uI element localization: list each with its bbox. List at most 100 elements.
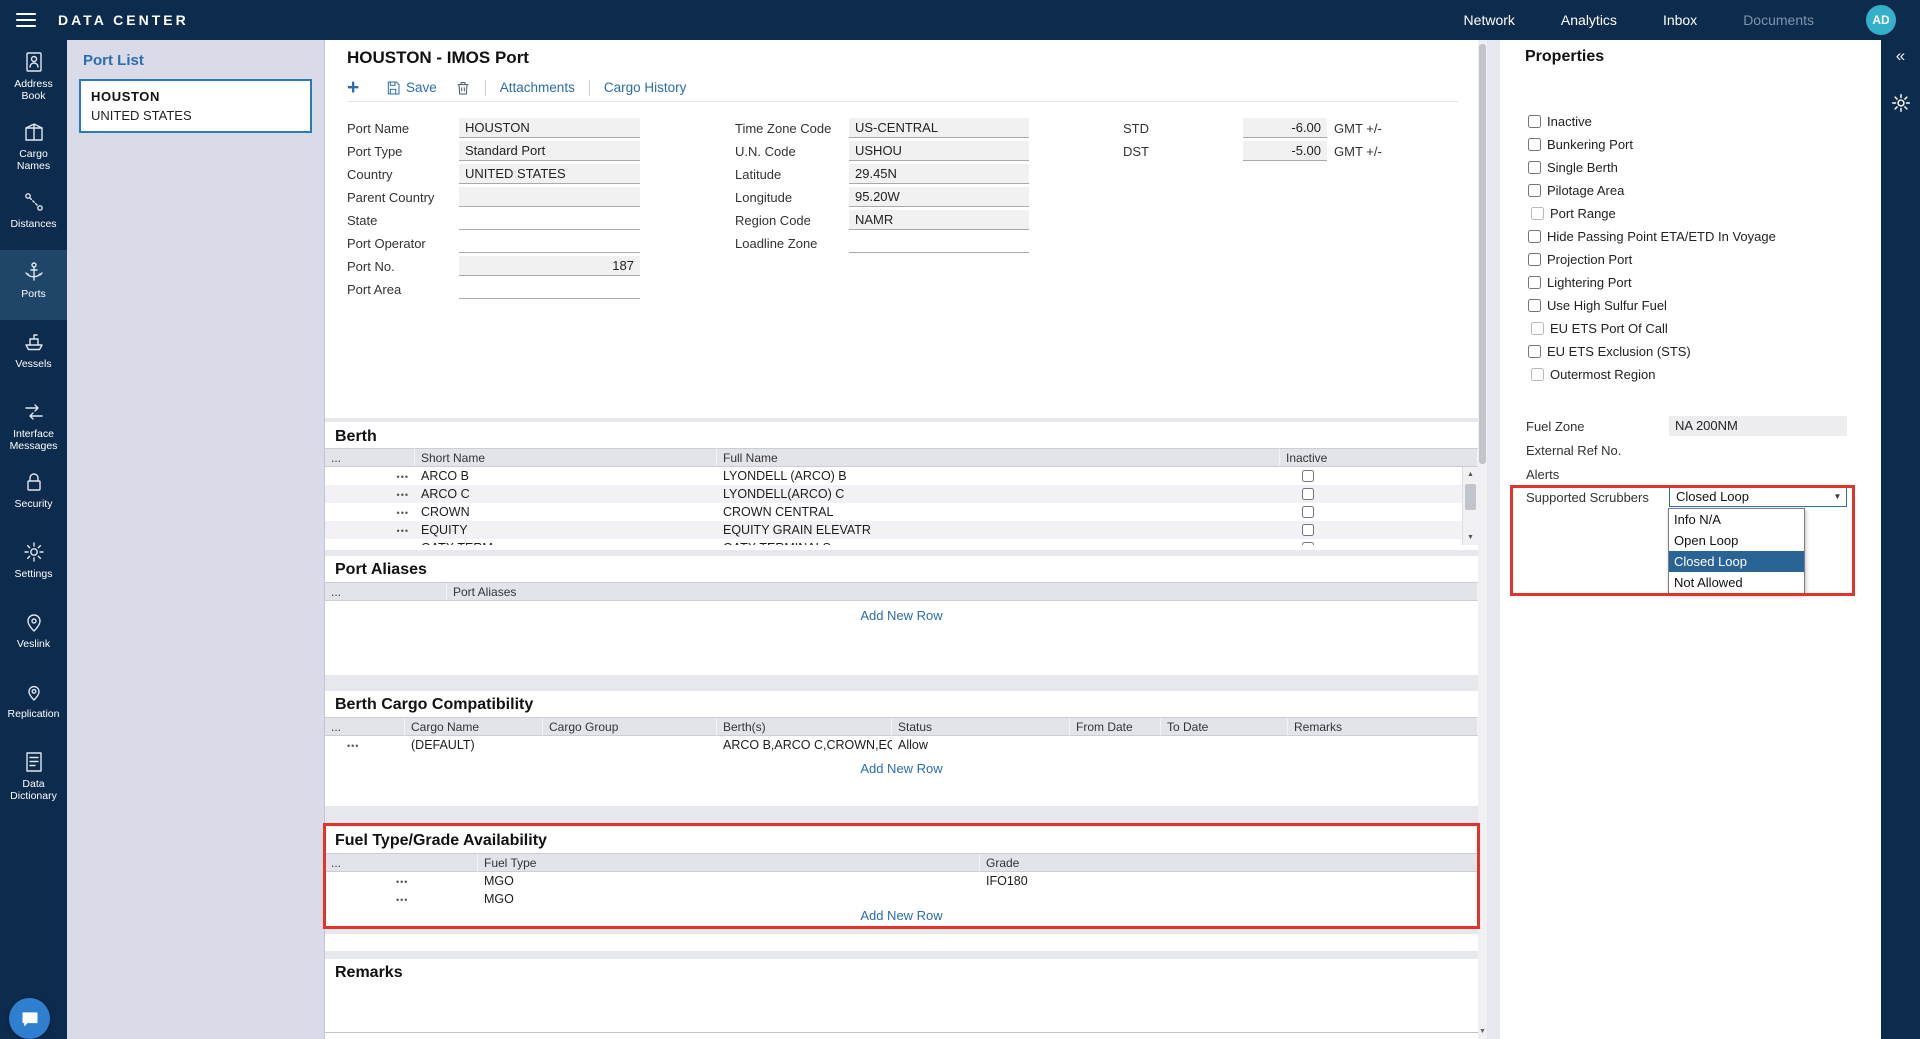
loadline-zone-field[interactable] bbox=[849, 233, 1029, 253]
checkbox[interactable] bbox=[1528, 345, 1541, 358]
checkbox-hide-passing-point[interactable]: Hide Passing Point ETA/ETD In Voyage bbox=[1528, 227, 1776, 245]
sidebar-item-distances[interactable]: Distances bbox=[0, 180, 67, 250]
checkbox-projection-port[interactable]: Projection Port bbox=[1528, 250, 1632, 268]
add-button[interactable]: + bbox=[347, 76, 371, 100]
parent-country-field[interactable] bbox=[459, 187, 640, 207]
sidebar-item-replication[interactable]: Replication bbox=[0, 670, 67, 740]
port-area-field[interactable] bbox=[459, 279, 640, 299]
checkbox[interactable] bbox=[1528, 253, 1541, 266]
checkbox[interactable] bbox=[1528, 276, 1541, 289]
checkbox-bunkering-port[interactable]: Bunkering Port bbox=[1528, 135, 1633, 153]
checkbox-outermost-region[interactable]: Outermost Region bbox=[1531, 365, 1656, 383]
port-name-field[interactable]: HOUSTON bbox=[459, 118, 640, 138]
sidebar-item-cargo-names[interactable]: Cargo Names bbox=[0, 110, 67, 180]
fuel-row[interactable]: ••• MGO bbox=[325, 890, 1478, 908]
inactive-checkbox[interactable] bbox=[1302, 470, 1314, 482]
inactive-checkbox[interactable] bbox=[1302, 506, 1314, 518]
sidebar-item-data-dictionary[interactable]: Data Dictionary bbox=[0, 740, 67, 810]
checkbox-eu-ets-exclusion[interactable]: EU ETS Exclusion (STS) bbox=[1528, 342, 1691, 360]
add-new-row-link[interactable]: Add New Row bbox=[325, 908, 1478, 923]
checkbox[interactable] bbox=[1528, 161, 1541, 174]
inactive-checkbox[interactable] bbox=[1302, 488, 1314, 500]
checkbox-port-range[interactable]: Port Range bbox=[1531, 204, 1616, 222]
nav-inbox[interactable]: Inbox bbox=[1663, 12, 1697, 28]
dropdown-option-closed-loop[interactable]: Closed Loop bbox=[1669, 551, 1804, 572]
checkbox-eu-ets-port-of-call[interactable]: EU ETS Port Of Call bbox=[1531, 319, 1668, 337]
collapse-panel-icon[interactable]: « bbox=[1881, 46, 1920, 66]
checkbox[interactable] bbox=[1531, 368, 1544, 381]
row-menu-icon[interactable]: ••• bbox=[396, 877, 408, 887]
sidebar-item-veslink[interactable]: Veslink bbox=[0, 600, 67, 670]
longitude-field[interactable]: 95.20W bbox=[849, 187, 1029, 207]
dropdown-option-not-allowed[interactable]: Not Allowed bbox=[1669, 572, 1804, 593]
berth-row[interactable]: ••• GATX TERM GATX TERMINALS bbox=[325, 539, 1462, 545]
time-zone-code-field[interactable]: US-CENTRAL bbox=[849, 118, 1029, 138]
scrollbar-thumb[interactable] bbox=[1479, 44, 1486, 464]
checkbox[interactable] bbox=[1528, 138, 1541, 151]
inactive-checkbox[interactable] bbox=[1302, 524, 1314, 536]
row-menu-icon[interactable]: ••• bbox=[397, 544, 409, 545]
checkbox-use-high-sulfur-fuel[interactable]: Use High Sulfur Fuel bbox=[1528, 296, 1667, 314]
port-list-item-houston[interactable]: HOUSTON UNITED STATES bbox=[79, 79, 312, 133]
panel-gear-icon[interactable] bbox=[1890, 92, 1912, 114]
sidebar-item-interface-messages[interactable]: Interface Messages bbox=[0, 390, 67, 460]
row-menu-icon[interactable]: ••• bbox=[397, 490, 409, 500]
save-button[interactable]: Save bbox=[385, 80, 437, 96]
port-type-field[interactable]: Standard Port bbox=[459, 141, 640, 161]
delete-button[interactable] bbox=[455, 80, 471, 96]
checkbox[interactable] bbox=[1528, 299, 1541, 312]
inactive-checkbox[interactable] bbox=[1302, 542, 1314, 545]
chat-button[interactable] bbox=[9, 998, 50, 1039]
sidebar-item-ports[interactable]: Ports bbox=[0, 250, 67, 320]
row-menu-icon[interactable]: ••• bbox=[397, 472, 409, 482]
row-menu-icon[interactable]: ••• bbox=[397, 508, 409, 518]
dropdown-option-info-na[interactable]: Info N/A bbox=[1669, 509, 1804, 530]
nav-documents[interactable]: Documents bbox=[1743, 12, 1814, 28]
region-code-field[interactable]: NAMR bbox=[849, 210, 1029, 230]
port-operator-field[interactable] bbox=[459, 233, 640, 253]
checkbox-inactive[interactable]: Inactive bbox=[1528, 112, 1592, 130]
country-field[interactable]: UNITED STATES bbox=[459, 164, 640, 184]
sidebar-item-vessels[interactable]: Vessels bbox=[0, 320, 67, 390]
sidebar-item-security[interactable]: Security bbox=[0, 460, 67, 530]
nav-network[interactable]: Network bbox=[1464, 12, 1515, 28]
checkbox[interactable] bbox=[1528, 184, 1541, 197]
checkbox[interactable] bbox=[1531, 322, 1544, 335]
state-field[interactable] bbox=[459, 210, 640, 230]
std-field[interactable]: -6.00 bbox=[1243, 118, 1327, 138]
scroll-down-icon[interactable]: ▼ bbox=[1478, 1025, 1487, 1039]
fuel-zone-field[interactable]: NA 200NM bbox=[1669, 416, 1847, 436]
checkbox-pilotage-area[interactable]: Pilotage Area bbox=[1528, 181, 1624, 199]
berth-row[interactable]: ••• ARCO B LYONDELL (ARCO) B bbox=[325, 467, 1462, 485]
remarks-textarea[interactable] bbox=[325, 989, 1478, 1033]
main-scrollbar[interactable]: ▼ bbox=[1478, 40, 1487, 1039]
berth-row[interactable]: ••• ARCO C LYONDELL(ARCO) C bbox=[325, 485, 1462, 503]
scroll-down-icon[interactable]: ▼ bbox=[1463, 530, 1478, 545]
supported-scrubbers-select[interactable]: Closed Loop ▼ bbox=[1669, 486, 1847, 507]
checkbox[interactable] bbox=[1528, 230, 1541, 243]
cargo-history-link[interactable]: Cargo History bbox=[604, 80, 687, 95]
add-new-row-link[interactable]: Add New Row bbox=[325, 608, 1478, 623]
berth-row[interactable]: ••• EQUITY EQUITY GRAIN ELEVATR bbox=[325, 521, 1462, 539]
dropdown-option-open-loop[interactable]: Open Loop bbox=[1669, 530, 1804, 551]
checkbox[interactable] bbox=[1528, 115, 1541, 128]
berth-table-scrollbar[interactable]: ▲ ▼ bbox=[1462, 467, 1478, 545]
checkbox-single-berth[interactable]: Single Berth bbox=[1528, 158, 1618, 176]
row-menu-icon[interactable]: ••• bbox=[396, 895, 408, 905]
avatar[interactable]: AD bbox=[1866, 5, 1896, 35]
row-menu-icon[interactable]: ••• bbox=[347, 741, 359, 751]
checkbox-lightering-port[interactable]: Lightering Port bbox=[1528, 273, 1632, 291]
add-new-row-link[interactable]: Add New Row bbox=[325, 761, 1478, 776]
berth-row[interactable]: ••• CROWN CROWN CENTRAL bbox=[325, 503, 1462, 521]
dst-field[interactable]: -5.00 bbox=[1243, 141, 1327, 161]
fuel-row[interactable]: ••• MGO IFO180 bbox=[325, 872, 1478, 890]
checkbox[interactable] bbox=[1531, 207, 1544, 220]
nav-analytics[interactable]: Analytics bbox=[1561, 12, 1617, 28]
berth-cargo-row[interactable]: ••• (DEFAULT) ARCO B,ARCO C,CROWN,EQUIT … bbox=[325, 736, 1478, 754]
sidebar-item-address-book[interactable]: Address Book bbox=[0, 40, 67, 110]
hamburger-menu-icon[interactable] bbox=[16, 13, 36, 27]
sidebar-item-settings[interactable]: Settings bbox=[0, 530, 67, 600]
latitude-field[interactable]: 29.45N bbox=[849, 164, 1029, 184]
scroll-up-icon[interactable]: ▲ bbox=[1463, 467, 1478, 482]
scrollbar-thumb[interactable] bbox=[1465, 484, 1476, 510]
